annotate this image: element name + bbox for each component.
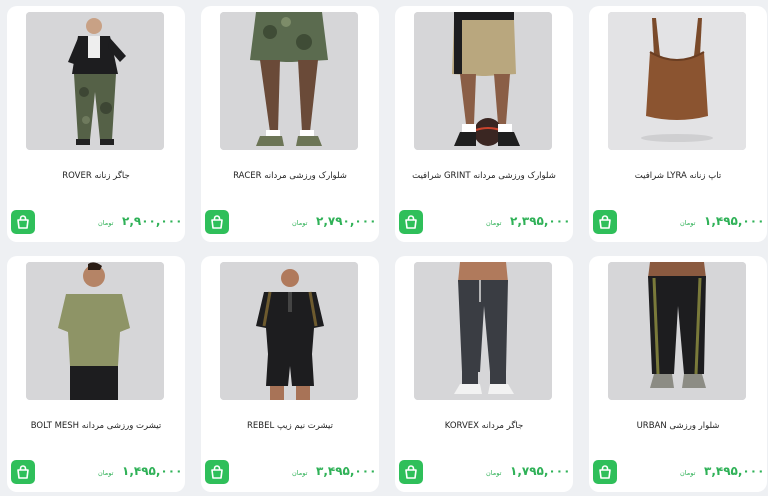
product-image[interactable] <box>220 12 358 150</box>
shopping-bag-icon <box>17 215 29 229</box>
currency-label: تومان <box>292 469 308 477</box>
product-image[interactable] <box>608 12 746 150</box>
product-image[interactable] <box>608 262 746 400</box>
currency-label: تومان <box>486 469 502 477</box>
shopping-bag-icon <box>599 215 611 229</box>
product-card[interactable]: شلوارک ورزشی مردانه RACER تومان ۲,۷۹۰,۰۰… <box>201 6 379 242</box>
product-image[interactable] <box>26 12 164 150</box>
add-to-cart-button[interactable] <box>205 210 229 234</box>
product-card[interactable]: شلوارک ورزشی مردانه GRINT شرافیت تومان ۲… <box>395 6 573 242</box>
product-price: ۲,۹۰۰,۰۰۰ <box>122 214 183 228</box>
product-image[interactable] <box>414 262 552 400</box>
currency-label: تومان <box>98 469 114 477</box>
product-card[interactable]: جاگر مردانه KORVEX تومان ۱,۷۹۵,۰۰۰ <box>395 256 573 492</box>
currency-label: تومان <box>486 219 502 227</box>
product-image[interactable] <box>26 262 164 400</box>
product-title[interactable]: شلوارک ورزشی مردانه GRINT شرافیت <box>399 171 569 181</box>
product-title[interactable]: تیشرت نیم زیپ REBEL <box>205 421 375 431</box>
product-title[interactable]: جاگر مردانه KORVEX <box>399 421 569 431</box>
add-to-cart-button[interactable] <box>11 460 35 484</box>
product-title[interactable]: شلوار ورزشی URBAN <box>593 421 763 431</box>
add-to-cart-button[interactable] <box>205 460 229 484</box>
product-price: ۱,۷۹۵,۰۰۰ <box>510 464 571 478</box>
currency-label: تومان <box>292 219 308 227</box>
product-card[interactable]: تیشرت نیم زیپ REBEL تومان ۳,۴۹۵,۰۰۰ <box>201 256 379 492</box>
product-grid: جاگر زنانه ROVER تومان ۲,۹۰۰,۰۰۰ شلوارک <box>0 0 768 496</box>
shopping-bag-icon <box>405 465 417 479</box>
product-card[interactable]: جاگر زنانه ROVER تومان ۲,۹۰۰,۰۰۰ <box>7 6 185 242</box>
product-card[interactable]: تیشرت ورزشی مردانه BOLT MESH تومان ۱,۴۹۵… <box>7 256 185 492</box>
add-to-cart-button[interactable] <box>11 210 35 234</box>
product-image[interactable] <box>220 262 358 400</box>
product-card[interactable]: شلوار ورزشی URBAN تومان ۳,۴۹۵,۰۰۰ <box>589 256 767 492</box>
product-price: ۳,۴۹۵,۰۰۰ <box>316 464 377 478</box>
shopping-bag-icon <box>17 465 29 479</box>
product-image[interactable] <box>414 12 552 150</box>
add-to-cart-button[interactable] <box>593 460 617 484</box>
product-title[interactable]: جاگر زنانه ROVER <box>11 171 181 181</box>
currency-label: تومان <box>680 469 696 477</box>
shopping-bag-icon <box>405 215 417 229</box>
product-price: ۱,۴۹۵,۰۰۰ <box>704 214 765 228</box>
product-price: ۳,۴۹۵,۰۰۰ <box>704 464 765 478</box>
product-price: ۱,۴۹۵,۰۰۰ <box>122 464 183 478</box>
product-price: ۲,۳۹۵,۰۰۰ <box>510 214 571 228</box>
currency-label: تومان <box>680 219 696 227</box>
product-card[interactable]: تاپ زنانه LYRA شرافیت تومان ۱,۴۹۵,۰۰۰ <box>589 6 767 242</box>
currency-label: تومان <box>98 219 114 227</box>
add-to-cart-button[interactable] <box>399 210 423 234</box>
shopping-bag-icon <box>211 215 223 229</box>
shopping-bag-icon <box>211 465 223 479</box>
add-to-cart-button[interactable] <box>399 460 423 484</box>
add-to-cart-button[interactable] <box>593 210 617 234</box>
product-title[interactable]: شلوارک ورزشی مردانه RACER <box>205 171 375 181</box>
shopping-bag-icon <box>599 465 611 479</box>
product-title[interactable]: تاپ زنانه LYRA شرافیت <box>593 171 763 181</box>
product-title[interactable]: تیشرت ورزشی مردانه BOLT MESH <box>11 421 181 431</box>
product-price: ۲,۷۹۰,۰۰۰ <box>316 214 377 228</box>
